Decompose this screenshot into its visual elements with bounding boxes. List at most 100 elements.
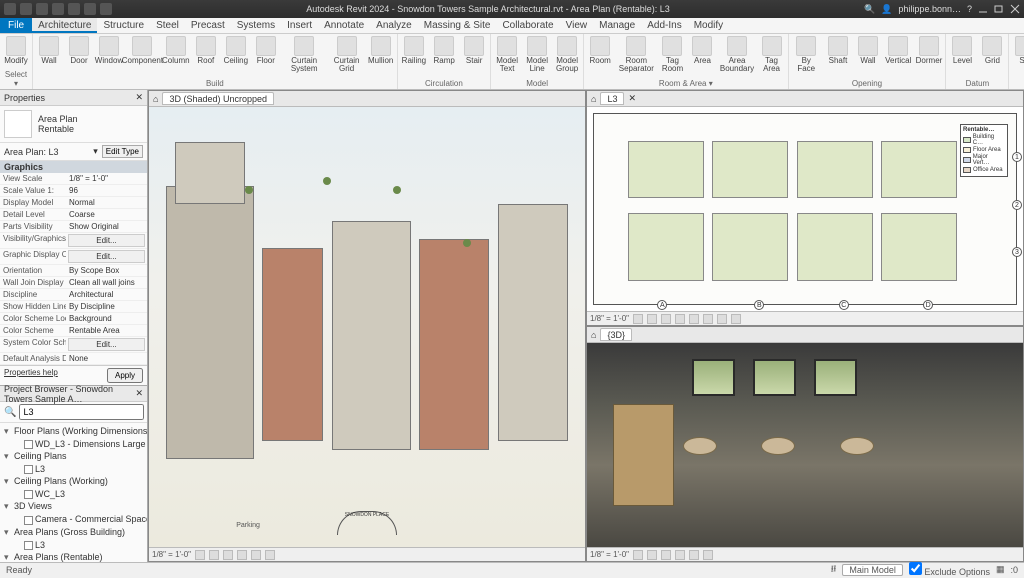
property-row[interactable]: Visibility/Graphics ...Edit... bbox=[0, 233, 147, 249]
search-icon[interactable]: 🔍 bbox=[4, 407, 16, 418]
ribbon-door-button[interactable]: Door bbox=[67, 36, 91, 65]
property-row[interactable]: View Scale1/8" = 1'-0" bbox=[0, 173, 147, 185]
property-value[interactable]: Rentable Area bbox=[66, 325, 147, 336]
tree-branch[interactable]: ▾Floor Plans (Working Dimensions) bbox=[2, 425, 145, 438]
property-edit-button[interactable]: Edit... bbox=[68, 234, 145, 247]
ribbon-by-face-button[interactable]: By Face bbox=[793, 36, 820, 73]
render-canvas[interactable] bbox=[587, 343, 1023, 547]
home-icon[interactable]: ⌂ bbox=[153, 94, 158, 104]
property-value[interactable]: By Scope Box bbox=[66, 265, 147, 276]
ribbon-component-button[interactable]: Component bbox=[127, 36, 158, 65]
home-icon[interactable]: ⌂ bbox=[591, 330, 596, 340]
crop-region-icon[interactable] bbox=[703, 314, 713, 324]
property-value[interactable]: Architectural bbox=[66, 289, 147, 300]
filter-icon[interactable]: ▦ bbox=[996, 564, 1005, 575]
close-icon[interactable] bbox=[1010, 4, 1020, 14]
visual-style-icon[interactable] bbox=[647, 314, 657, 324]
ribbon-vertical-button[interactable]: Vertical bbox=[886, 36, 911, 65]
tree-branch[interactable]: ▾Area Plans (Rentable) bbox=[2, 551, 145, 562]
search-icon[interactable]: 🔍 bbox=[864, 4, 875, 15]
property-row[interactable]: Display ModelNormal bbox=[0, 197, 147, 209]
ribbon-ceiling-button[interactable]: Ceiling bbox=[224, 36, 248, 65]
tree-leaf[interactable]: L3 bbox=[2, 463, 145, 475]
ribbon-modify-button[interactable]: Modify bbox=[4, 36, 28, 65]
redo-icon[interactable] bbox=[68, 3, 80, 15]
ribbon-model-group-button[interactable]: Model Group bbox=[555, 36, 579, 73]
scale-label[interactable]: 1/8" = 1'-0" bbox=[590, 314, 629, 323]
ribbon-room-separator-button[interactable]: Room Separator bbox=[618, 36, 654, 73]
view-tab-3d[interactable]: {3D} bbox=[600, 328, 632, 341]
ribbon-tab-modify[interactable]: Modify bbox=[688, 18, 729, 33]
ribbon-tab-structure[interactable]: Structure bbox=[97, 18, 150, 33]
browser-tree[interactable]: ▾Floor Plans (Working Dimensions)WD_L3 -… bbox=[0, 423, 147, 562]
home-icon[interactable]: ⌂ bbox=[591, 94, 596, 104]
visual-style-icon[interactable] bbox=[209, 550, 219, 560]
ribbon-tab-view[interactable]: View bbox=[560, 18, 594, 33]
ribbon-room-button[interactable]: Room bbox=[588, 36, 612, 65]
revit-logo-icon[interactable] bbox=[4, 3, 16, 15]
sun-icon[interactable] bbox=[661, 314, 671, 324]
ribbon-grid-button[interactable]: Grid bbox=[980, 36, 1004, 65]
detail-level-icon[interactable] bbox=[633, 550, 643, 560]
property-value[interactable]: Show Original bbox=[66, 221, 147, 232]
property-row[interactable]: Default Analysis Di...None bbox=[0, 353, 147, 365]
ribbon-tab-precast[interactable]: Precast bbox=[185, 18, 231, 33]
file-tab[interactable]: File bbox=[0, 18, 32, 33]
ribbon-tab-steel[interactable]: Steel bbox=[150, 18, 185, 33]
ribbon-ramp-button[interactable]: Ramp bbox=[432, 36, 456, 65]
property-value[interactable]: 1/8" = 1'-0" bbox=[66, 173, 147, 184]
tree-leaf[interactable]: Camera - Commercial Space bbox=[2, 513, 145, 525]
ribbon-tab-annotate[interactable]: Annotate bbox=[318, 18, 370, 33]
open-icon[interactable] bbox=[20, 3, 32, 15]
properties-help-link[interactable]: Properties help bbox=[4, 368, 58, 383]
plan-selector[interactable]: Area Plan: L3 bbox=[4, 147, 89, 157]
property-value[interactable]: Coarse bbox=[66, 209, 147, 220]
property-edit-button[interactable]: Edit... bbox=[68, 250, 145, 263]
tree-branch[interactable]: ▾Ceiling Plans (Working) bbox=[2, 475, 145, 488]
viewport-3d-interior[interactable]: ⌂ {3D} 1/8" = 1'-0" bbox=[586, 326, 1024, 562]
property-value[interactable]: None bbox=[66, 353, 147, 364]
sun-icon[interactable] bbox=[223, 550, 233, 560]
ribbon-area-button[interactable]: Area bbox=[690, 36, 714, 65]
ribbon-dormer-button[interactable]: Dormer bbox=[917, 36, 942, 65]
property-value[interactable]: 96 bbox=[66, 185, 147, 196]
minimize-icon[interactable] bbox=[978, 4, 988, 14]
floor-plan-canvas[interactable]: Rentable… Building C…Floor AreaMajor Ver… bbox=[587, 107, 1023, 311]
ribbon-column-button[interactable]: Column bbox=[164, 36, 188, 65]
lock-icon[interactable] bbox=[717, 314, 727, 324]
ribbon-area-boundary-button[interactable]: Area Boundary bbox=[720, 36, 753, 73]
ribbon-floor-button[interactable]: Floor bbox=[254, 36, 278, 65]
ribbon-tab-manage[interactable]: Manage bbox=[593, 18, 641, 33]
measure-icon[interactable] bbox=[100, 3, 112, 15]
detail-level-icon[interactable] bbox=[633, 314, 643, 324]
ribbon-model-text-button[interactable]: Model Text bbox=[495, 36, 519, 73]
main-model-selector[interactable]: Main Model bbox=[842, 564, 903, 576]
property-row[interactable]: Color SchemeRentable Area bbox=[0, 325, 147, 337]
property-row[interactable]: Color Scheme Loc...Background bbox=[0, 313, 147, 325]
edit-type-button[interactable]: Edit Type bbox=[102, 145, 143, 158]
property-row[interactable]: Parts VisibilityShow Original bbox=[0, 221, 147, 233]
property-row[interactable]: Scale Value 1:96 bbox=[0, 185, 147, 197]
selection-icon[interactable]: ⭿ bbox=[831, 562, 837, 578]
save-icon[interactable] bbox=[36, 3, 48, 15]
tree-leaf[interactable]: L3 bbox=[2, 539, 145, 551]
tree-leaf[interactable]: WC_L3 bbox=[2, 488, 145, 500]
view-tab-3d-shaded[interactable]: 3D (Shaded) Uncropped bbox=[162, 92, 274, 105]
shadow-icon[interactable] bbox=[237, 550, 247, 560]
apply-button[interactable]: Apply bbox=[107, 368, 143, 383]
ribbon-tab-systems[interactable]: Systems bbox=[231, 18, 281, 33]
tree-branch[interactable]: ▾Area Plans (Gross Building) bbox=[2, 526, 145, 539]
crop-icon[interactable] bbox=[689, 550, 699, 560]
scale-label[interactable]: 1/8" = 1'-0" bbox=[152, 550, 191, 559]
browser-search-input[interactable] bbox=[19, 404, 144, 420]
family-type-icon[interactable] bbox=[4, 110, 32, 138]
ribbon-tag-area-button[interactable]: Tag Area bbox=[760, 36, 784, 73]
user-label[interactable]: philippe.bonn… bbox=[898, 4, 961, 14]
ribbon-tab-collaborate[interactable]: Collaborate bbox=[496, 18, 559, 33]
property-row[interactable]: Graphic Display O...Edit... bbox=[0, 249, 147, 265]
tree-leaf[interactable]: WD_L3 - Dimensions Large Scale bbox=[2, 438, 145, 450]
render-icon[interactable] bbox=[251, 550, 261, 560]
user-icon[interactable]: 👤 bbox=[881, 4, 892, 15]
scale-label[interactable]: 1/8" = 1'-0" bbox=[590, 550, 629, 559]
ribbon-shaft-button[interactable]: Shaft bbox=[826, 36, 850, 65]
